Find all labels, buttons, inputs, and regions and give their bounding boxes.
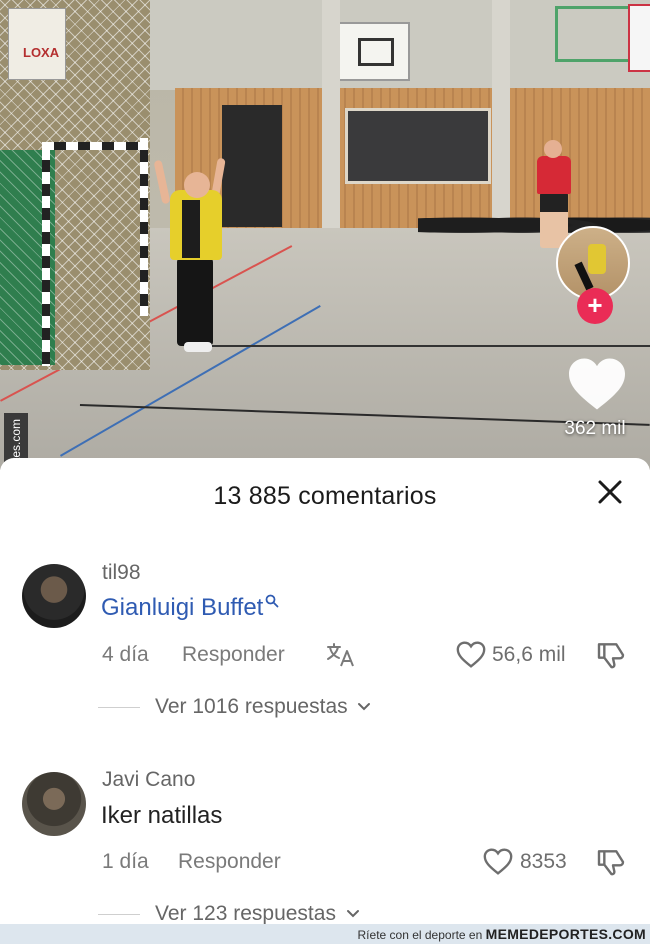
view-replies-button[interactable]: Ver 1016 respuestas [155,695,371,719]
translate-icon[interactable] [326,642,356,668]
wall-banner: LOXA [8,8,66,80]
comment-text: Iker natillas [101,802,223,829]
avatar[interactable] [22,772,86,836]
view-replies-button[interactable]: Ver 123 respuestas [155,902,360,926]
jersey-stripe [182,200,200,258]
comment-like-count: 8353 [520,850,567,873]
heart-outline-icon[interactable] [455,640,487,669]
sports-bags [418,212,650,234]
divider [98,707,140,708]
heart-outline-icon[interactable] [482,847,514,876]
dislike-icon[interactable] [594,846,628,878]
gym-door [222,105,282,227]
court-line [200,345,650,347]
comment-time: 1 día [102,850,149,873]
player-head [544,140,562,158]
basketball-backboard [336,22,410,81]
view-replies-label: Ver 1016 respuestas [155,695,348,718]
follow-button[interactable]: + [577,288,613,324]
gym-window [345,108,491,184]
goal-crossbar [42,142,148,150]
comment-username[interactable]: Javi Cano [102,768,195,792]
chevron-down-icon [358,703,371,711]
watermark-footer: Ríete con el deporte en MEMEDEPORTES.COM [0,924,650,944]
comment-like-count: 56,6 mil [492,643,566,666]
reply-button[interactable]: Responder [182,643,285,667]
dislike-icon[interactable] [594,639,628,671]
view-replies-label: Ver 123 respuestas [155,902,336,925]
comments-count-title: 13 885 comentarios [213,482,437,510]
comment-time: 4 día [102,643,149,666]
footer-brand[interactable]: MEMEDEPORTES.COM [486,926,646,942]
goal-post [140,138,148,316]
player-shoes [184,342,212,352]
wall-sign [628,4,650,72]
comment-username[interactable]: til98 [102,561,141,585]
video-player[interactable]: LOXA + 362 mil [0,0,650,470]
red-jersey-player [537,156,571,194]
search-icon[interactable] [265,594,279,608]
wall-pillar [492,0,510,230]
player-legs [177,258,213,346]
footer-text: Ríete con el deporte en MEMEDEPORTES.COM [358,926,646,942]
divider [98,914,140,915]
wall-pillar [322,0,340,230]
wall-bars [555,6,631,62]
close-icon[interactable] [594,476,626,508]
comment-search-link[interactable]: Gianluigi Buffet [101,594,263,621]
goal-post [42,148,50,366]
player-head [184,172,210,198]
footer-tagline: Ríete con el deporte en [357,928,483,942]
reply-button[interactable]: Responder [178,850,281,874]
banner-text: LOXA [23,45,60,60]
comment-text: Gianluigi Buffet [101,594,279,622]
avatar[interactable] [22,564,86,628]
player-arm [153,159,171,205]
heart-icon[interactable] [566,356,628,412]
like-count: 362 mil [564,418,626,439]
chevron-down-icon [346,910,359,918]
